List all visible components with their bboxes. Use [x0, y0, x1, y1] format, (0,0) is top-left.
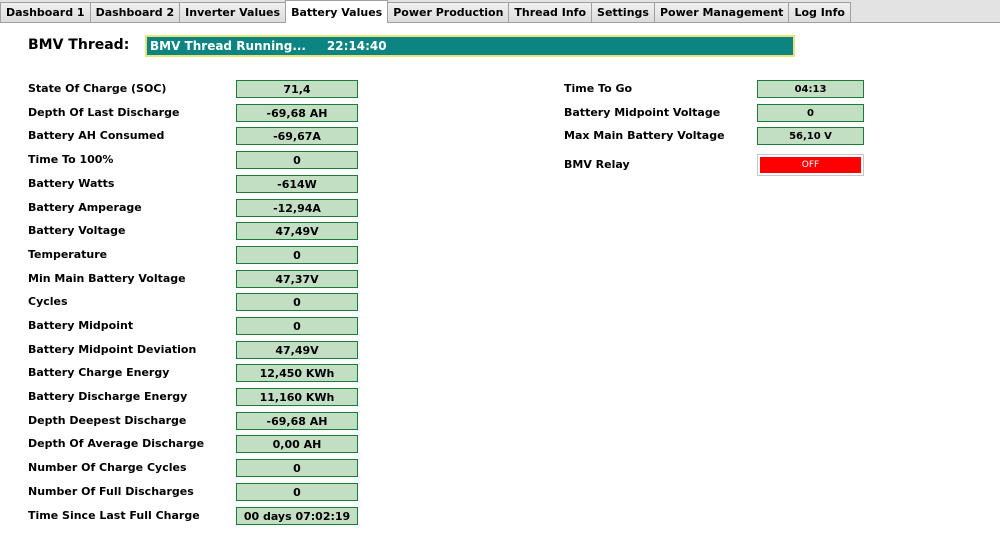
- field-value: 0: [236, 151, 358, 169]
- field-label: Depth Deepest Discharge: [28, 414, 187, 427]
- field-value: 71,4: [236, 80, 358, 98]
- field-label: Time To 100%: [28, 153, 114, 166]
- app-window: Dashboard 1 Dashboard 2 Inverter Values …: [0, 0, 1000, 540]
- relay-state: OFF: [760, 157, 861, 173]
- field-value: 0: [236, 246, 358, 264]
- tab-dashboard-2[interactable]: Dashboard 2: [89, 2, 181, 22]
- field-label: Cycles: [28, 295, 68, 308]
- tab-log-info[interactable]: Log Info: [788, 2, 851, 22]
- field-value: 00 days 07:02:19: [236, 507, 358, 525]
- field-value: 04:13: [757, 80, 864, 98]
- tab-power-management[interactable]: Power Management: [653, 2, 790, 22]
- field-label: Depth Of Average Discharge: [28, 437, 205, 450]
- field-value: -614W: [236, 175, 358, 193]
- tab-thread-info[interactable]: Thread Info: [508, 2, 593, 22]
- field-value: -69,68 AH: [236, 104, 358, 122]
- tab-power-production[interactable]: Power Production: [387, 2, 510, 22]
- bmv-relay-indicator: OFF: [757, 154, 864, 176]
- field-label: Number Of Charge Cycles: [28, 461, 187, 474]
- tab-bar: Dashboard 1 Dashboard 2 Inverter Values …: [0, 0, 1000, 23]
- field-value: 47,49V: [236, 222, 358, 240]
- field-value: 11,160 KWh: [236, 388, 358, 406]
- bmv-thread-status: BMV Thread Running... 22:14:40: [145, 35, 795, 57]
- field-label: Number Of Full Discharges: [28, 485, 194, 498]
- field-label: Battery Discharge Energy: [28, 390, 188, 403]
- field-label: Battery AH Consumed: [28, 129, 165, 142]
- field-label: Battery Midpoint Deviation: [28, 343, 197, 356]
- field-value: 0,00 AH: [236, 435, 358, 453]
- field-label: Battery Charge Energy: [28, 366, 170, 379]
- field-value: -69,67A: [236, 127, 358, 145]
- tab-dashboard-1[interactable]: Dashboard 1: [0, 2, 91, 22]
- field-value: 47,49V: [236, 341, 358, 359]
- field-label: Battery Midpoint Voltage: [564, 106, 721, 119]
- field-label: Battery Midpoint: [28, 319, 134, 332]
- field-label: Time To Go: [564, 82, 633, 95]
- field-label: Min Main Battery Voltage: [28, 272, 186, 285]
- field-label: State Of Charge (SOC): [28, 82, 167, 95]
- field-value: 12,450 KWh: [236, 364, 358, 382]
- field-value: 56,10 V: [757, 127, 864, 145]
- field-value: -69,68 AH: [236, 412, 358, 430]
- tab-battery-values[interactable]: Battery Values: [285, 0, 389, 23]
- bmv-thread-label: BMV Thread:: [28, 37, 130, 53]
- field-label: Depth Of Last Discharge: [28, 106, 180, 119]
- tab-settings[interactable]: Settings: [591, 2, 655, 22]
- field-value: 0: [757, 104, 864, 122]
- field-label: Temperature: [28, 248, 108, 261]
- field-label: Max Main Battery Voltage: [564, 129, 725, 142]
- tab-inverter-values[interactable]: Inverter Values: [179, 2, 287, 22]
- field-value: 0: [236, 459, 358, 477]
- field-label: Battery Amperage: [28, 201, 142, 214]
- field-label: Time Since Last Full Charge: [28, 509, 200, 522]
- field-value: 0: [236, 317, 358, 335]
- field-label: Battery Voltage: [28, 224, 126, 237]
- field-value: 0: [236, 293, 358, 311]
- field-value: 47,37V: [236, 270, 358, 288]
- field-label: Battery Watts: [28, 177, 115, 190]
- field-value: 0: [236, 483, 358, 501]
- field-label: BMV Relay: [564, 158, 630, 171]
- field-value: -12,94A: [236, 199, 358, 217]
